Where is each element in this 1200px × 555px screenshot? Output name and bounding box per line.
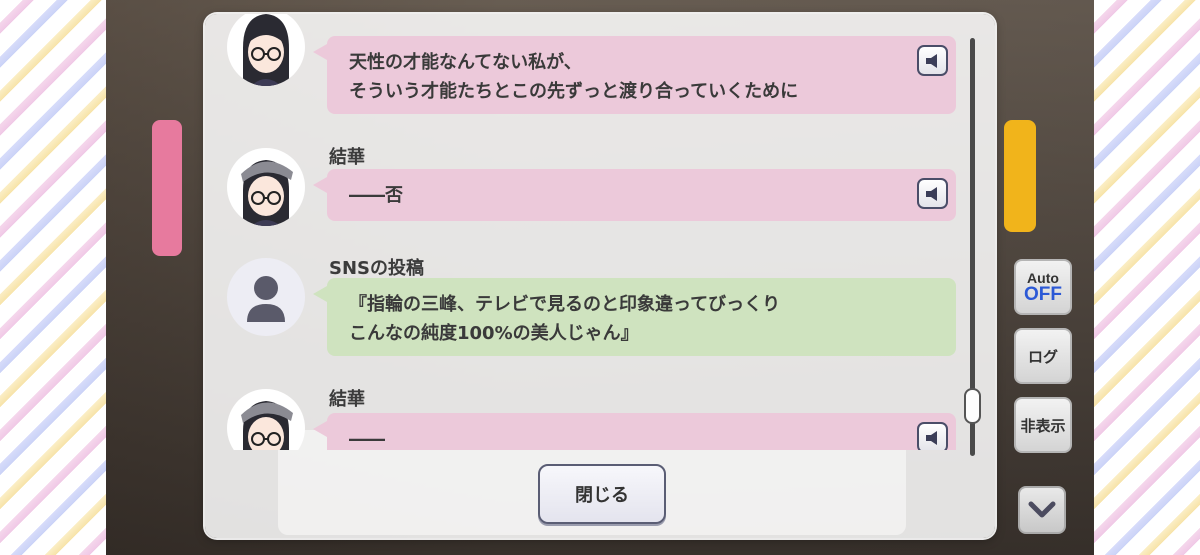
- speaker-name: SNSの投稿: [329, 258, 424, 279]
- bubble-tail: [313, 44, 327, 60]
- dialogue-line: 天性の才能なんてない私が、: [349, 52, 582, 73]
- dialogue-line: ――: [349, 429, 385, 450]
- dialogue-line: ――否: [349, 185, 403, 206]
- hide-ui-button-label: 非表示: [1020, 417, 1066, 435]
- auto-toggle-button[interactable]: Auto OFF: [1014, 259, 1072, 315]
- dialogue-bubble: ――否: [313, 169, 956, 221]
- speaker-icon: [925, 186, 937, 201]
- dialogue-bubble: 『指輪の三峰、テレビで見るのと印象違ってびっくり こんなの純度100%の美人じゃ…: [313, 278, 956, 356]
- scene-yellow-panel: [1004, 120, 1036, 232]
- dialogue-line: そういう才能たちとこの先ずっと渡り合っていくために: [349, 81, 799, 102]
- scroll-down-button[interactable]: [1018, 486, 1066, 534]
- bubble-tail: [313, 421, 327, 437]
- voice-replay-button[interactable]: [917, 422, 948, 450]
- dialogue-bubble: ――: [313, 413, 956, 450]
- dialogue-log-modal: 天性の才能なんてない私が、 そういう才能たちとこの先ずっと渡り合っていくために: [205, 14, 995, 538]
- speaker-icon: [925, 430, 937, 445]
- speaker-name: 結華: [329, 147, 365, 168]
- voice-replay-button[interactable]: [917, 45, 948, 76]
- log-button[interactable]: ログ: [1014, 328, 1072, 384]
- bubble-tail: [313, 286, 327, 302]
- bubble-tail: [313, 177, 327, 193]
- scene-pink-panel: [152, 120, 182, 256]
- speaker-icon: [925, 53, 937, 68]
- yuika-avatar: [227, 389, 305, 450]
- log-scroll-area[interactable]: 天性の才能なんてない私が、 そういう才能たちとこの先ずっと渡り合っていくために: [205, 14, 965, 450]
- close-button[interactable]: 閉じる: [538, 464, 666, 524]
- left-stripe-decoration: [0, 0, 106, 555]
- dialogue-line: 『指輪の三峰、テレビで見るのと印象違ってびっくり: [349, 294, 781, 315]
- scrollbar-thumb[interactable]: [964, 388, 981, 424]
- speaker-name: 結華: [329, 389, 365, 410]
- chevron-down-icon: [1028, 501, 1056, 518]
- dialogue-line: こんなの純度100%の美人じゃん』: [349, 323, 639, 344]
- hide-ui-button[interactable]: 非表示: [1014, 397, 1072, 453]
- auto-state: OFF: [1024, 284, 1062, 305]
- yuika-avatar: [227, 148, 305, 226]
- person-silhouette-icon: [247, 276, 285, 322]
- yuika-avatar: [227, 14, 305, 86]
- log-button-label: ログ: [1027, 348, 1058, 366]
- right-stripe-decoration: [1094, 0, 1200, 555]
- sns-silhouette-avatar: [227, 258, 305, 336]
- dialogue-bubble: 天性の才能なんてない私が、 そういう才能たちとこの先ずっと渡り合っていくために: [313, 36, 956, 114]
- voice-replay-button[interactable]: [917, 178, 948, 209]
